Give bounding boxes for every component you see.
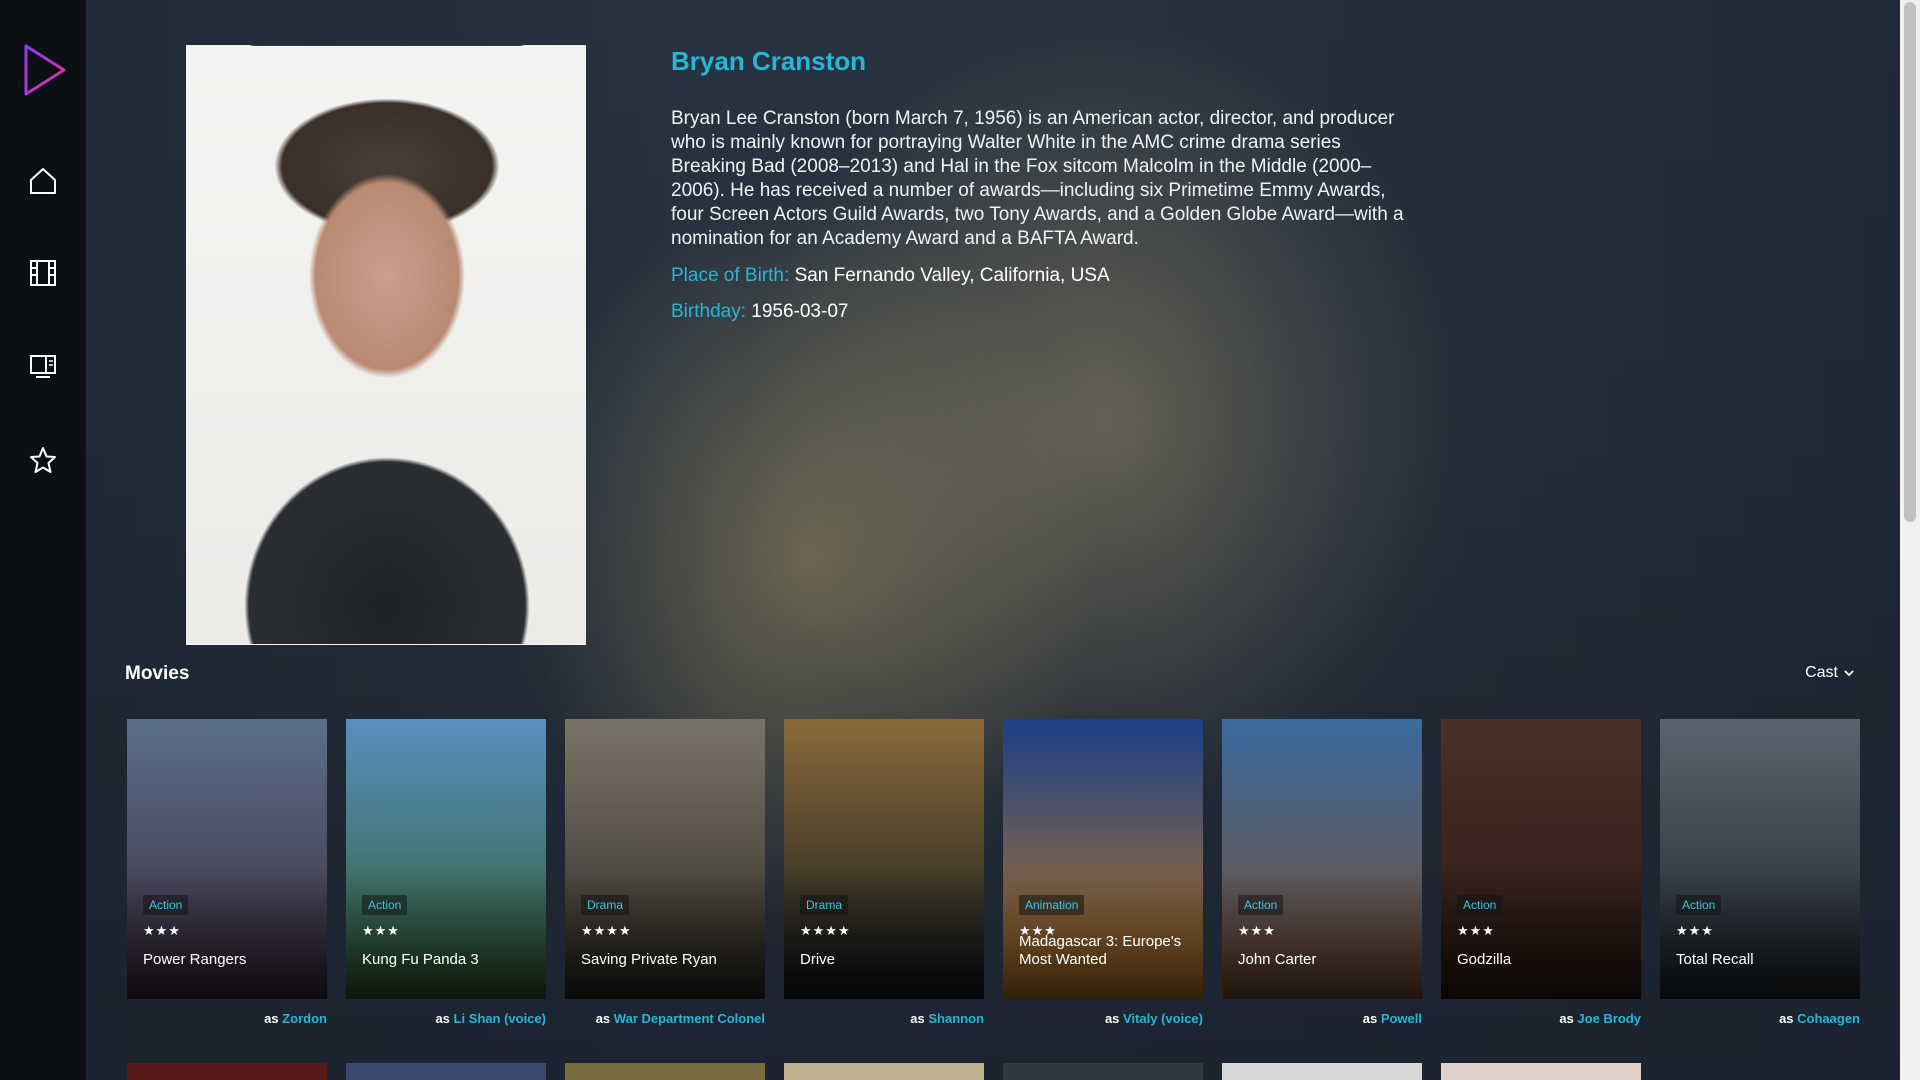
movie-title: Godzilla xyxy=(1457,951,1512,968)
movie-title: Madagascar 3: Europe's Most Wanted xyxy=(1019,933,1182,968)
birthday-value: 1956-03-07 xyxy=(751,301,849,322)
rating-stars: ★★★ xyxy=(1238,923,1276,938)
person-portrait xyxy=(186,45,586,645)
genre-badge: Action xyxy=(1238,895,1284,915)
movie-poster[interactable]: Animation ★★★ Madagascar 3: Europe's Most … xyxy=(1003,719,1203,999)
character-role: as Zordon xyxy=(127,1011,327,1026)
movie-card-partial[interactable] xyxy=(1003,1063,1203,1080)
play-logo-icon[interactable] xyxy=(20,40,68,100)
character-role: as Powell xyxy=(1222,1011,1422,1026)
movie-title: Total Recall xyxy=(1676,951,1754,968)
movie-title: Kung Fu Panda 3 xyxy=(362,951,479,968)
scrollbar-thumb[interactable] xyxy=(1904,2,1916,522)
movie-card[interactable]: Action ★★★ John Carter as Powell xyxy=(1222,719,1422,1026)
character-name[interactable]: Vitaly (voice) xyxy=(1123,1011,1203,1026)
scrollbar[interactable] xyxy=(1900,0,1920,1080)
film-icon[interactable] xyxy=(23,253,63,293)
tv-icon[interactable] xyxy=(23,346,63,386)
role-prefix: as xyxy=(1559,1011,1574,1026)
place-of-birth-label: Place of Birth: xyxy=(671,265,790,286)
movie-card-partial[interactable] xyxy=(127,1063,327,1080)
movie-card[interactable]: Animation ★★★ Madagascar 3: Europe's Most … xyxy=(1003,719,1203,1026)
role-prefix: as xyxy=(910,1011,925,1026)
person-detail-page: Bryan Cranston Bryan Lee Cranston (born … xyxy=(86,0,1900,1080)
role-prefix: as xyxy=(595,1011,611,1026)
movie-card-partial[interactable] xyxy=(565,1063,765,1080)
movie-card[interactable]: Drama ★★★★ Saving Private Ryan as War Depar… xyxy=(565,719,765,1026)
character-name[interactable]: Powell xyxy=(1381,1011,1422,1026)
rating-stars: ★★★ xyxy=(362,923,400,938)
person-bio: Bryan Lee Cranston (born March 7, 1956) … xyxy=(671,108,1404,249)
movie-card-partial[interactable] xyxy=(784,1063,984,1080)
genre-badge: Animation xyxy=(1019,895,1085,915)
genre-badge: Action xyxy=(362,895,408,915)
rating-stars: ★★★ xyxy=(1676,923,1714,938)
character-name[interactable]: Li Shan (voice) xyxy=(454,1011,546,1026)
movie-card[interactable]: Action ★★★ Power Rangers as Zordon xyxy=(127,719,327,1026)
rating-stars: ★★★★ xyxy=(581,923,632,938)
character-name[interactable]: Joe Brody xyxy=(1577,1011,1641,1026)
rating-stars: ★★★★ xyxy=(800,923,851,938)
star-icon[interactable] xyxy=(23,440,63,480)
movie-poster[interactable]: Action ★★★ Power Rangers xyxy=(127,719,327,999)
genre-badge: Drama xyxy=(800,895,849,915)
movie-card[interactable]: Action ★★★ Godzilla as Joe Brody xyxy=(1441,719,1641,1026)
character-role: as War Department Colonel xyxy=(565,1011,765,1026)
movie-card[interactable]: Drama ★★★★ Drive as Shannon xyxy=(784,719,984,1026)
role-prefix: as xyxy=(1362,1011,1378,1026)
credit-type-dropdown[interactable]: Cast xyxy=(1805,664,1854,682)
movie-poster[interactable]: Action ★★★ Godzilla xyxy=(1441,719,1641,999)
character-role: as Shannon xyxy=(784,1011,984,1026)
rating-stars: ★★★ xyxy=(143,923,181,938)
movie-card-partial[interactable] xyxy=(1441,1063,1641,1080)
role-prefix: as xyxy=(1779,1011,1794,1026)
movie-card[interactable]: Action ★★★ Kung Fu Panda 3 as Li Shan (voic… xyxy=(346,719,546,1026)
movie-card-partial[interactable] xyxy=(1222,1063,1422,1080)
movie-poster[interactable]: Action ★★★ Kung Fu Panda 3 xyxy=(346,719,546,999)
character-role: as Joe Brody xyxy=(1441,1011,1641,1026)
sidebar xyxy=(0,0,86,1080)
character-role: as Vitaly (voice) xyxy=(1003,1011,1203,1026)
person-info: Bryan Cranston Bryan Lee Cranston (born … xyxy=(671,46,1421,323)
movie-title: Drive xyxy=(800,951,836,968)
genre-badge: Action xyxy=(1457,895,1503,915)
movie-grid: Action ★★★ Power Rangers as Zordon Action ★★★… xyxy=(127,719,1877,1026)
movie-grid-next-row xyxy=(127,1063,1641,1080)
character-name[interactable]: Shannon xyxy=(928,1011,984,1026)
credit-type-label: Cast xyxy=(1805,664,1838,681)
birthday: Birthday: 1956-03-07 xyxy=(671,301,1421,323)
person-name: Bryan Cranston xyxy=(671,46,867,76)
movie-title: John Carter xyxy=(1238,951,1317,968)
genre-badge: Drama xyxy=(581,895,630,915)
character-name[interactable]: Zordon xyxy=(282,1011,327,1026)
role-prefix: as xyxy=(435,1011,450,1026)
character-name[interactable]: Cohaagen xyxy=(1797,1011,1860,1026)
movie-card[interactable]: Action ★★★ Total Recall as Cohaagen xyxy=(1660,719,1860,1026)
home-icon[interactable] xyxy=(23,161,63,201)
movie-poster[interactable]: Drama ★★★★ Drive xyxy=(784,719,984,999)
rating-stars: ★★★ xyxy=(1457,923,1495,938)
genre-badge: Action xyxy=(1676,895,1722,915)
movie-title: Saving Private Ryan xyxy=(581,951,717,968)
place-of-birth: Place of Birth: San Fernando Valley, Cal… xyxy=(671,265,1421,287)
movies-section-title: Movies xyxy=(125,663,190,684)
movie-poster[interactable]: Action ★★★ John Carter xyxy=(1222,719,1422,999)
chevron-down-icon xyxy=(1844,670,1854,677)
place-of-birth-value: San Fernando Valley, California, USA xyxy=(794,265,1110,286)
movie-poster[interactable]: Drama ★★★★ Saving Private Ryan xyxy=(565,719,765,999)
movie-card-partial[interactable] xyxy=(346,1063,546,1080)
role-prefix: as xyxy=(1104,1011,1120,1026)
movie-poster[interactable]: Action ★★★ Total Recall xyxy=(1660,719,1860,999)
birthday-label: Birthday: xyxy=(671,301,746,322)
movie-title: Power Rangers xyxy=(143,951,247,968)
character-role: as Li Shan (voice) xyxy=(346,1011,546,1026)
character-name[interactable]: War Department Colonel xyxy=(614,1011,765,1026)
role-prefix: as xyxy=(264,1011,279,1026)
genre-badge: Action xyxy=(143,895,189,915)
character-role: as Cohaagen xyxy=(1660,1011,1860,1026)
